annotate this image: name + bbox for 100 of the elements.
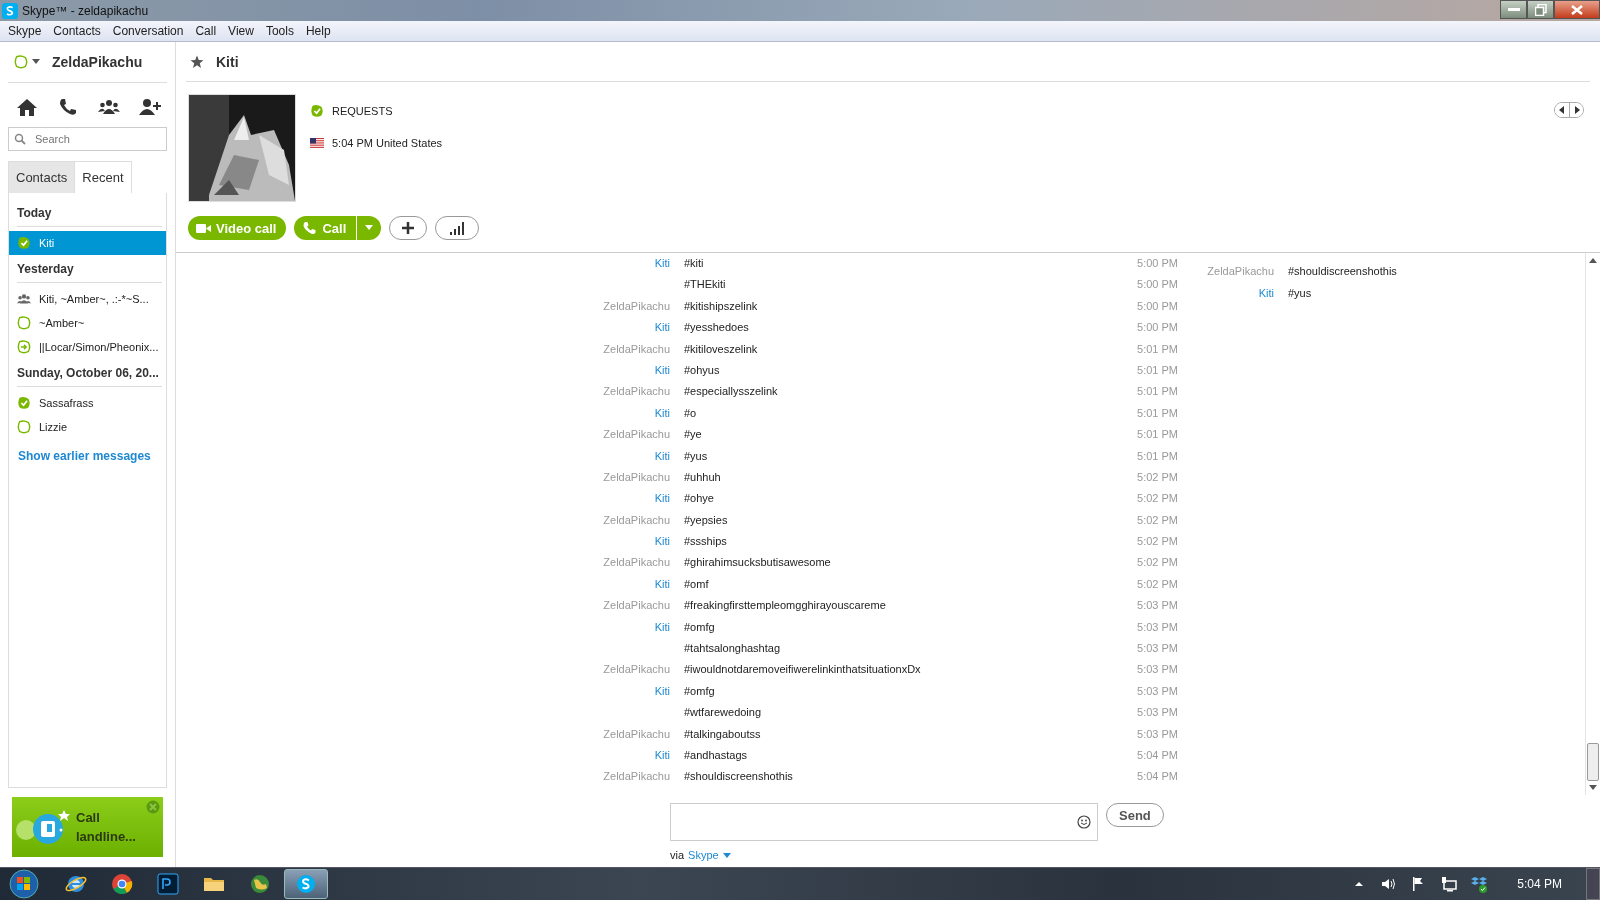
scroll-down-icon[interactable] — [1589, 785, 1597, 791]
conversation-title: Kiti — [216, 53, 239, 70]
sender-name: ZeldaPikachu — [602, 556, 670, 571]
send-button[interactable]: Send — [1106, 803, 1164, 827]
sender-name: Kiti — [653, 577, 670, 592]
sender-name: Kiti — [653, 535, 670, 550]
right-arrow-icon — [1573, 106, 1580, 114]
restore-button[interactable] — [1527, 0, 1554, 19]
message-text: #talkingaboutss — [684, 727, 762, 742]
add-button[interactable] — [389, 216, 428, 240]
message-text: #ye — [684, 428, 703, 443]
message-text: #omfg — [684, 620, 716, 635]
mood-message: REQUESTS — [332, 105, 393, 117]
sender-name: Kiti — [653, 449, 670, 464]
menu-item[interactable]: Contacts — [47, 24, 107, 38]
message-time: 5:01 PM — [1136, 342, 1178, 357]
show-earlier-link[interactable]: Show earlier messages — [18, 448, 151, 464]
message-input[interactable] — [670, 803, 1098, 841]
menu-item[interactable]: View — [222, 24, 260, 38]
minimize-icon — [1507, 7, 1520, 12]
message-text: #ssships — [684, 535, 728, 550]
search-field[interactable]: Search — [8, 127, 167, 151]
message-text: #tahtsalonghashtag — [684, 642, 782, 657]
contact-item[interactable]: Lizzie — [9, 415, 166, 439]
message-text: #yus — [684, 449, 709, 464]
star-icon[interactable] — [190, 54, 204, 69]
message-text: #THEkiti — [684, 278, 727, 293]
message-time: 5:03 PM — [1136, 727, 1178, 742]
menu-item[interactable]: Conversation — [106, 24, 190, 38]
clock[interactable]: 5:04 PM — [1517, 877, 1562, 891]
sender-name: Kiti — [653, 406, 670, 421]
sender-name: ZeldaPikachu — [602, 342, 670, 357]
phone-icon[interactable] — [57, 97, 79, 117]
minimize-button[interactable] — [1500, 0, 1527, 19]
message-time: 5:02 PM — [1136, 535, 1178, 550]
close-button[interactable] — [1554, 0, 1600, 19]
caret-icon — [722, 852, 731, 858]
local-time: 5:04 PM United States — [332, 137, 443, 149]
phone-icon — [302, 221, 318, 235]
menu-item[interactable]: Call — [189, 24, 223, 38]
message-text: #andhastags — [684, 749, 748, 763]
caret-icon[interactable] — [32, 59, 40, 65]
contact-item[interactable]: ~Amber~ — [9, 311, 166, 335]
offline-status-icon — [14, 55, 28, 69]
message-time: 5:00 PM — [1136, 278, 1178, 293]
contact-item[interactable]: Kiti, ~Amber~, .:-*~S... — [9, 287, 166, 311]
scroll-up-icon[interactable] — [1589, 257, 1597, 263]
message-time: 5:03 PM — [1136, 620, 1178, 635]
emoticon-icon[interactable] — [1077, 815, 1091, 829]
contact-item[interactable]: ||Locar/Simon/Pheonix... — [9, 335, 166, 359]
date-heading: Today — [17, 205, 162, 227]
window-title: Skype™ - zeldapikachu — [22, 3, 150, 18]
message-time: 5:03 PM — [1136, 642, 1178, 657]
next-button[interactable] — [1569, 103, 1583, 117]
scrollbar[interactable] — [1585, 253, 1600, 795]
message-time: 5:04 PM — [1136, 770, 1178, 785]
message-text: #freakingfirsttempleomgghirayouscareme — [684, 599, 887, 614]
message-time: 5:02 PM — [1136, 492, 1178, 507]
sender-name: ZeldaPikachu — [602, 727, 670, 742]
menu-item[interactable]: Skype — [2, 24, 48, 38]
message-text: #especiallysszelink — [684, 385, 779, 400]
call-quality-button[interactable] — [435, 216, 480, 240]
message-time: 5:02 PM — [1136, 556, 1178, 571]
contact-item[interactable]: Sassafrass — [9, 391, 166, 415]
scroll-thumb[interactable] — [1587, 743, 1599, 781]
message-text: #iwouldnotdaremoveifiwerelinkinthatsituationxDx — [684, 663, 922, 678]
message-time: 5:00 PM — [1136, 299, 1178, 314]
online-status-icon — [310, 104, 324, 118]
message-time: 5:03 PM — [1136, 706, 1178, 721]
sender-name: Kiti — [653, 363, 670, 378]
plus-icon — [400, 221, 417, 235]
sidebar-tab[interactable]: Contacts — [8, 161, 75, 193]
promo-banner[interactable]: Call landline... — [12, 797, 163, 857]
message-time: 5:00 PM — [1136, 321, 1178, 336]
message-time: 5:02 PM — [1136, 513, 1178, 528]
message-text: #yesshedoes — [684, 321, 750, 336]
send-via-dropdown[interactable]: Skype — [688, 849, 731, 861]
add-contact-icon[interactable] — [139, 97, 161, 117]
message-text: #shouldiscreenshothis — [684, 770, 794, 785]
group-icon[interactable] — [98, 97, 120, 117]
sidebar-tab[interactable]: Recent — [74, 161, 132, 193]
caret-icon — [365, 225, 374, 231]
message-text: #wtfarewedoing — [684, 706, 763, 721]
taskbar-app[interactable] — [284, 869, 328, 899]
contact-name: ||Locar/Simon/Pheonix... — [39, 341, 159, 353]
message-text: #omf — [684, 577, 710, 592]
sender-name: ZeldaPikachu — [602, 385, 670, 400]
menu-item[interactable]: Help — [299, 24, 337, 38]
message-text: #ohyus — [684, 363, 721, 378]
date-heading: Sunday, October 06, 20... — [17, 365, 162, 387]
close-icon — [1570, 4, 1584, 15]
sender-name: Kiti — [653, 492, 670, 507]
sender-name: ZeldaPikachu — [602, 599, 670, 614]
sender-name: Kiti — [653, 620, 670, 635]
message-text: #kitishipszelink — [684, 299, 759, 314]
home-icon[interactable] — [16, 97, 38, 117]
sender-name: Kiti — [653, 684, 670, 699]
video-camera-icon — [196, 221, 211, 235]
menu-item[interactable]: Tools — [259, 24, 300, 38]
search-icon — [14, 133, 26, 145]
